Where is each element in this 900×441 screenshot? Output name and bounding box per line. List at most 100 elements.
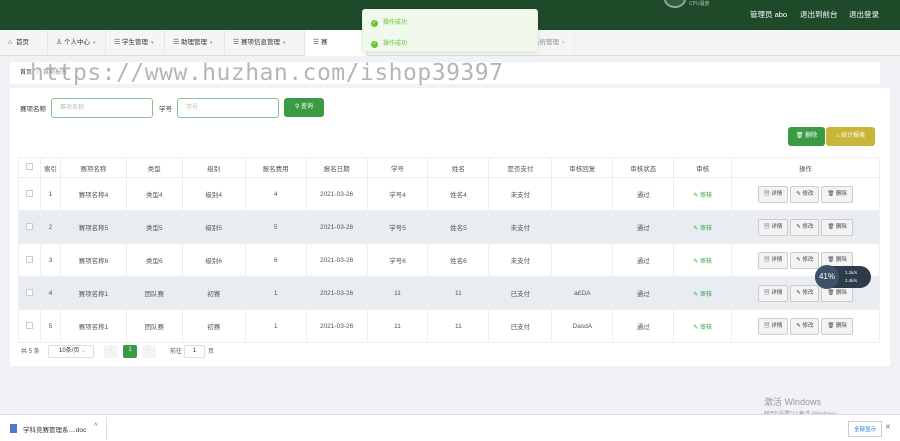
- home-icon: ⌂: [8, 39, 13, 46]
- edit-icon: ✎: [693, 258, 699, 265]
- stats-report-button[interactable]: ⌂ 统计报表: [826, 127, 875, 146]
- row-checkbox[interactable]: [18, 276, 41, 310]
- edit-icon: ✎: [796, 223, 801, 230]
- row-checkbox[interactable]: [18, 309, 41, 343]
- table-cell: 4: [244, 177, 307, 211]
- table-cell: 11: [366, 309, 429, 343]
- chevron-down-icon: ⌄: [81, 348, 87, 354]
- table-row: 4 赛项名称1 团队赛 初赛 1 2021-03-26 11 11 已支付 a£DA 通过 ✎ 审核 ▤…: [18, 276, 880, 310]
- chevron-up-icon[interactable]: ^: [94, 423, 97, 430]
- table-cell: 2021-03-26: [305, 276, 368, 310]
- table-cell: 已支付: [488, 309, 553, 343]
- check-icon: ✓: [371, 20, 378, 27]
- table-row: 1 赛项名称4 类型4 级别4 4 2021-03-26 学号4 姓名4 未支付 通过 ✎ 审核 ▤ …: [18, 177, 880, 211]
- detail-button[interactable]: ▤ 详情: [758, 251, 789, 269]
- doc-icon: ▤: [764, 256, 770, 263]
- show-all-button[interactable]: 全部显示: [848, 421, 883, 437]
- chevron-down-icon: ▾: [210, 40, 213, 46]
- id-search-input[interactable]: 学号: [177, 98, 279, 118]
- edit-button[interactable]: ✎ 修改: [790, 317, 820, 335]
- table-cell: 类型5: [125, 210, 183, 244]
- detail-button[interactable]: ▤ 详情: [758, 218, 789, 236]
- select-all-checkbox[interactable]: [18, 157, 41, 178]
- watermark: https://www.huzhan.com/ishop39397: [30, 60, 504, 86]
- row-checkbox[interactable]: [18, 177, 41, 211]
- edit-icon: ✎: [693, 192, 699, 199]
- back-to-front-link[interactable]: 退出到前台: [800, 9, 838, 20]
- edit-button[interactable]: ✎ 修改: [790, 284, 820, 302]
- search-icon: ⚲: [294, 104, 300, 110]
- column-header: 报名日期: [305, 157, 368, 178]
- trash-icon: 🗑: [827, 289, 835, 296]
- table-cell: 2021-03-26: [305, 243, 368, 277]
- page-1-button[interactable]: 1: [123, 345, 137, 358]
- row-checkbox[interactable]: [18, 210, 41, 244]
- column-header: 报名费用: [244, 157, 307, 178]
- actions-cell: ▤ 详情 ✎ 修改 🗑 删除: [731, 309, 880, 343]
- nav-item-1[interactable]: ♙ 个人中心 ▾: [48, 30, 106, 56]
- table-cell: 5: [244, 210, 307, 244]
- detail-button[interactable]: ▤ 详情: [758, 185, 789, 203]
- nav-item-4[interactable]: ☰ 赛项信息管理 ▾: [225, 30, 305, 56]
- delete-row-button[interactable]: 🗑 删除: [821, 317, 853, 335]
- download-bar: 学科竞赛管理系....doc ^ 全部显示 ✕: [0, 414, 900, 441]
- audit-cell: ✎ 审核: [673, 210, 733, 244]
- delete-button[interactable]: 🗑 删除: [788, 127, 825, 146]
- audit-link[interactable]: ✎ 审核: [693, 325, 712, 331]
- trash-icon: 🗑: [827, 322, 835, 329]
- audit-link[interactable]: ✎ 审核: [693, 292, 712, 298]
- edit-button[interactable]: ✎ 修改: [790, 218, 820, 236]
- table-row: 5 赛项名称1 团队赛 初赛 1 2021-03-26 11 11 已支付 DasdA 通过 ✎ 审核…: [18, 309, 880, 343]
- edit-button[interactable]: ✎ 修改: [790, 251, 820, 269]
- audit-cell: ✎ 审核: [673, 177, 733, 211]
- delete-row-button[interactable]: 🗑 删除: [821, 218, 853, 236]
- check-icon: ✓: [371, 41, 378, 48]
- table-cell: 4: [39, 276, 61, 310]
- detail-button[interactable]: ▤ 详情: [758, 317, 789, 335]
- detail-button[interactable]: ▤ 详情: [758, 284, 789, 302]
- table-cell: 类型6: [125, 243, 183, 277]
- goto-page-input[interactable]: 1: [184, 345, 205, 358]
- table-cell: 赛项名称1: [59, 309, 127, 343]
- page-size-select[interactable]: 10条/页 ⌄: [48, 345, 94, 358]
- table-cell: 学号4: [366, 177, 429, 211]
- column-header: 学号: [366, 157, 429, 178]
- nav-item-5[interactable]: ☰ 赛: [305, 30, 367, 56]
- edit-button[interactable]: ✎ 修改: [790, 185, 820, 203]
- nav-item-label: 助理管理: [181, 39, 207, 46]
- cpu-label: CPU温度: [689, 1, 710, 7]
- prev-page-button[interactable]: ‹: [104, 345, 118, 358]
- audit-link[interactable]: ✎ 审核: [693, 193, 712, 199]
- table-cell: 赛项名称6: [59, 243, 127, 277]
- nav-item-2[interactable]: ☰ 学生管理 ▾: [106, 30, 165, 56]
- close-icon[interactable]: ✕: [885, 423, 891, 431]
- table-cell: 未支付: [488, 243, 553, 277]
- table-cell: 赛项名称4: [59, 177, 127, 211]
- table-cell: DasdA: [551, 309, 614, 343]
- nav-item-3[interactable]: ☰ 助理管理 ▾: [165, 30, 225, 56]
- nav-item-0[interactable]: ⌂ 首页: [0, 30, 48, 56]
- delete-row-button[interactable]: 🗑 删除: [821, 185, 853, 203]
- user-icon: ♙: [56, 39, 63, 46]
- table-cell: 通过: [612, 276, 675, 310]
- table-cell: 11: [427, 276, 490, 310]
- logout-link[interactable]: 退出登录: [849, 9, 879, 20]
- page-unit: 页: [208, 349, 215, 355]
- table-row: 3 赛项名称6 类型6 级别6 6 2021-03-26 学号6 姓名6 未支付 通过 ✎ 审核 ▤ …: [18, 243, 880, 277]
- actions-cell: ▤ 详情 ✎ 修改 🗑 删除: [731, 210, 880, 244]
- table-row: 2 赛项名称5 类型5 级别5 5 2021-03-26 学号5 姓名5 未支付 通过 ✎ 审核 ▤ …: [18, 210, 880, 244]
- home-icon: ⌂: [835, 133, 840, 139]
- table-cell: 2021-03-26: [305, 309, 368, 343]
- audit-link[interactable]: ✎ 审核: [693, 226, 712, 232]
- name-search-input[interactable]: 赛项名称: [51, 98, 153, 118]
- table-cell: 学号5: [366, 210, 429, 244]
- audit-link[interactable]: ✎ 审核: [693, 259, 712, 265]
- next-page-button[interactable]: ›: [142, 345, 156, 358]
- trash-icon: 🗑: [795, 133, 804, 139]
- column-header: 是否支付: [488, 157, 553, 178]
- table-cell: 级别6: [181, 243, 246, 277]
- row-checkbox[interactable]: [18, 243, 41, 277]
- edit-icon: ✎: [796, 190, 801, 197]
- download-file[interactable]: 学科竞赛管理系....doc: [23, 424, 86, 434]
- query-button[interactable]: ⚲ 查询: [284, 98, 324, 117]
